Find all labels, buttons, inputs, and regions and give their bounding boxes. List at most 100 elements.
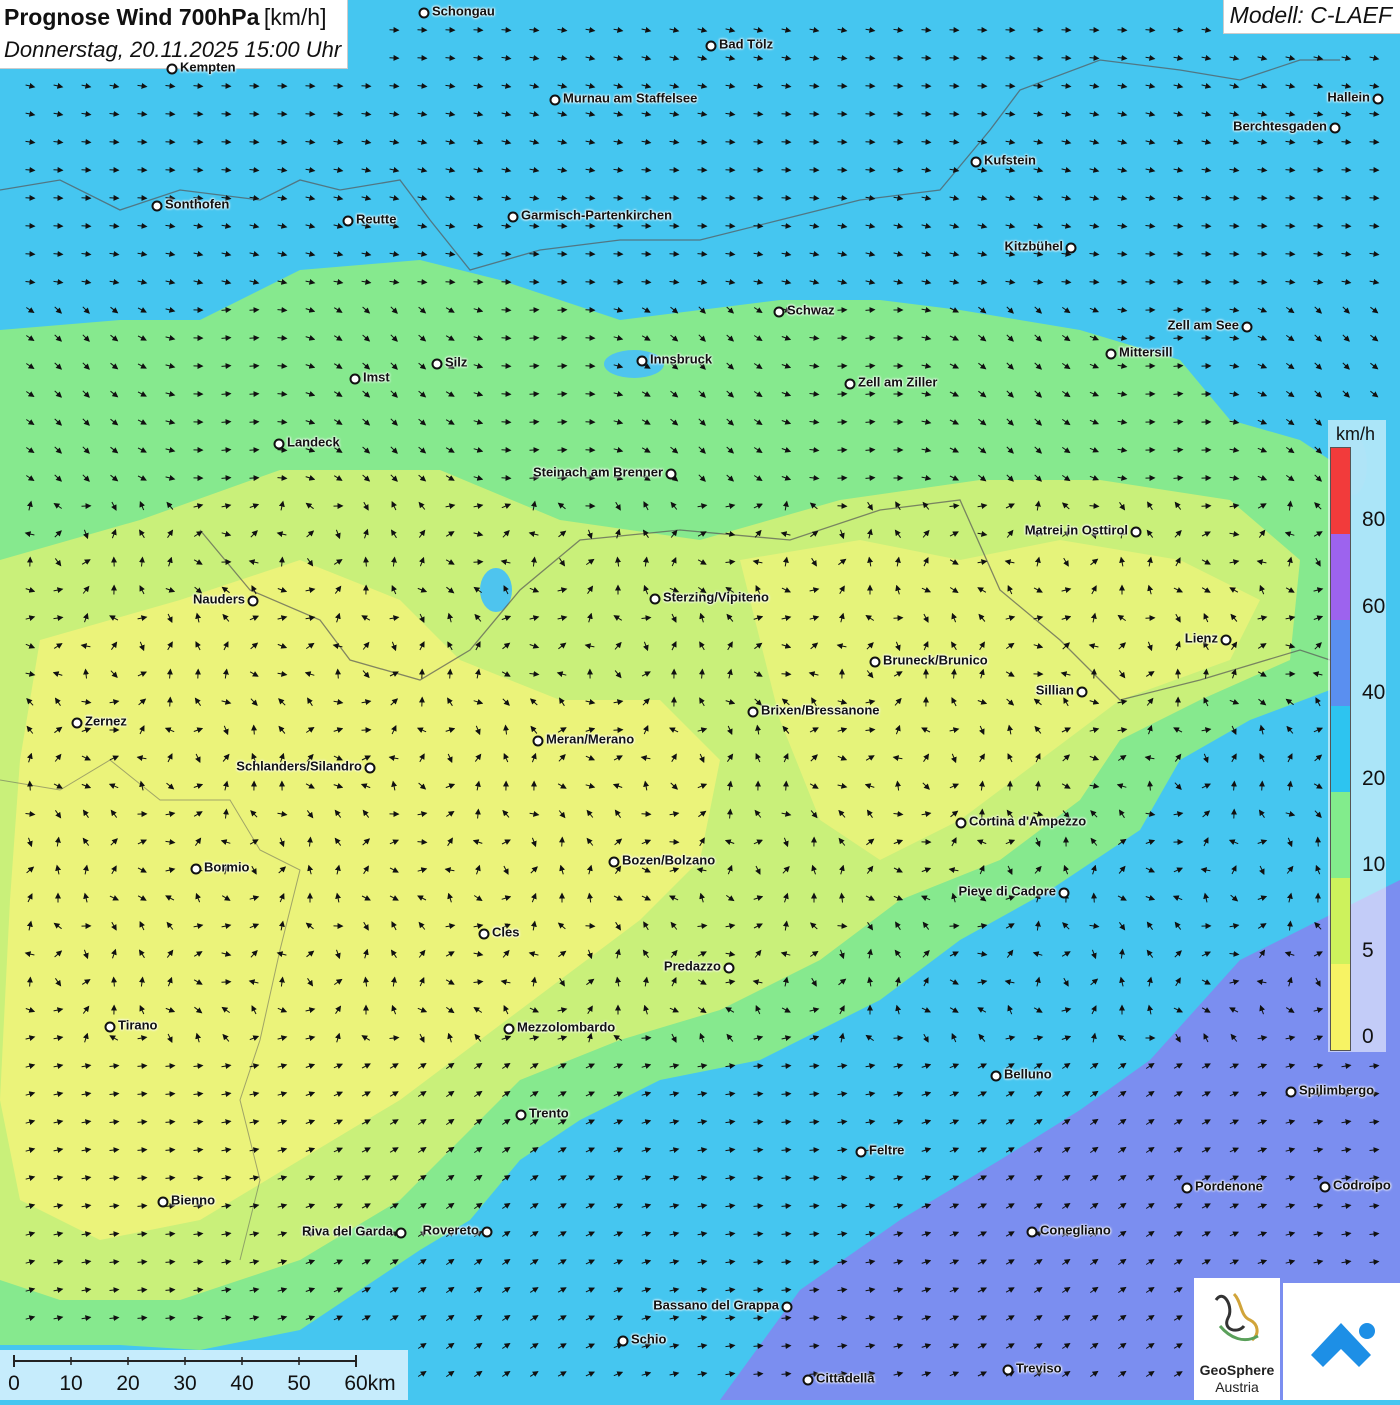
city-label: Feltre: [869, 1143, 904, 1158]
legend-segment: [1331, 706, 1350, 792]
wind-arrow: [1006, 86, 1015, 87]
city-label: Brixen/Bressanone: [761, 703, 880, 718]
scale-label: 10: [59, 1372, 82, 1396]
city-label: Bad Tölz: [719, 37, 773, 52]
wind-arrow: [446, 282, 455, 283]
city-marker: [956, 818, 967, 829]
city-marker: [1027, 1227, 1038, 1238]
weather-app-logo[interactable]: [1283, 1283, 1400, 1400]
scale-line: [0, 1350, 408, 1372]
wind-arrow: [250, 394, 259, 395]
city-marker: [167, 64, 178, 75]
city-marker: [365, 763, 376, 774]
city-label: Treviso: [1016, 1361, 1062, 1376]
city-label: Innsbruck: [650, 352, 712, 367]
wind-arrow: [250, 142, 259, 143]
city-marker: [191, 864, 202, 875]
city-label: Sterzing/Vipiteno: [663, 590, 769, 605]
wind-arrow: [1118, 30, 1127, 31]
wind-arrow: [474, 30, 483, 31]
city-marker: [650, 594, 661, 605]
city-label: Cortina d'Ampezzo: [969, 814, 1086, 829]
city-marker: [479, 929, 490, 940]
wind-arrow: [558, 394, 567, 395]
city-marker: [396, 1228, 407, 1239]
city-marker: [1320, 1182, 1331, 1193]
city-marker: [248, 596, 259, 607]
scale-label: 30: [173, 1372, 196, 1396]
wind-arrow: [614, 198, 623, 199]
city-label: Meran/Merano: [546, 732, 634, 747]
city-marker: [1077, 687, 1088, 698]
wind-arrow: [1090, 282, 1099, 283]
title-unit: [km/h]: [264, 4, 327, 30]
wind-arrow: [502, 394, 511, 395]
city-label: Schongau: [432, 4, 495, 19]
city-label: Reutte: [356, 212, 396, 227]
city-label: Kempten: [180, 60, 236, 75]
wind-arrow: [530, 310, 539, 311]
geosphere-logo[interactable]: GeoSphere Austria: [1194, 1278, 1280, 1400]
wind-arrow: [838, 170, 847, 171]
wind-arrow: [530, 422, 539, 423]
wind-arrow: [530, 394, 539, 395]
wind-arrow: [1314, 170, 1323, 171]
wind-arrow: [558, 310, 567, 311]
wind-arrow: [1146, 254, 1155, 255]
city-marker: [516, 1110, 527, 1121]
wind-arrow: [726, 226, 735, 227]
wind-arrow: [670, 842, 679, 843]
city-label: Mittersill: [1119, 345, 1172, 360]
wind-arrow: [670, 170, 679, 171]
forecast-date: Donnerstag, 20.11.2025 15:00 Uhr: [4, 35, 341, 64]
city-marker: [803, 1375, 814, 1386]
city-marker: [666, 469, 677, 480]
legend-tick-label: 80: [1362, 508, 1385, 532]
city-marker: [343, 216, 354, 227]
city-label: Zell am Ziller: [858, 375, 937, 390]
wind-arrow: [562, 838, 563, 847]
city-label: Kitzbühel: [1005, 239, 1064, 254]
wind-arrow: [642, 814, 651, 815]
city-marker: [152, 201, 163, 212]
wind-arrow: [530, 366, 539, 367]
city-label: Pordenone: [1195, 1179, 1263, 1194]
wind-arrow: [194, 170, 203, 171]
wind-arrow: [502, 338, 511, 339]
wind-arrow: [1062, 58, 1071, 59]
wind-arrow: [170, 698, 171, 707]
wind-arrow: [726, 142, 735, 143]
wind-arrow: [782, 114, 791, 115]
city-marker: [274, 439, 285, 450]
wind-arrow: [558, 450, 567, 451]
city-marker: [105, 1022, 116, 1033]
color-legend: km/h 806040201050: [1328, 420, 1386, 1052]
scale-label: 20: [116, 1372, 139, 1396]
city-marker: [856, 1147, 867, 1158]
wind-arrow: [166, 114, 175, 115]
wind-arrow: [250, 422, 259, 423]
city-marker: [971, 157, 982, 168]
city-marker: [637, 356, 648, 367]
logo-sub: Austria: [1194, 1379, 1280, 1395]
wind-arrow: [558, 366, 567, 367]
city-marker: [748, 707, 759, 718]
city-label: Predazzo: [664, 959, 721, 974]
wind-arrow: [782, 198, 791, 199]
wind-arrow: [502, 254, 511, 255]
city-marker: [724, 963, 735, 974]
scale-label: 50: [287, 1372, 310, 1396]
wind-arrow: [786, 782, 787, 791]
wind-arrow: [782, 674, 791, 675]
city-marker: [158, 1197, 169, 1208]
wind-arrow: [838, 86, 847, 87]
wind-arrow: [138, 198, 147, 199]
wind-arrow: [254, 726, 255, 735]
city-label: Tirano: [118, 1018, 158, 1033]
city-marker: [1286, 1087, 1297, 1098]
city-label: Codroipo: [1333, 1178, 1391, 1193]
wind-arrow: [530, 450, 539, 451]
wind-arrow: [894, 618, 903, 619]
scale-label: 40: [230, 1372, 253, 1396]
city-marker: [706, 41, 717, 52]
